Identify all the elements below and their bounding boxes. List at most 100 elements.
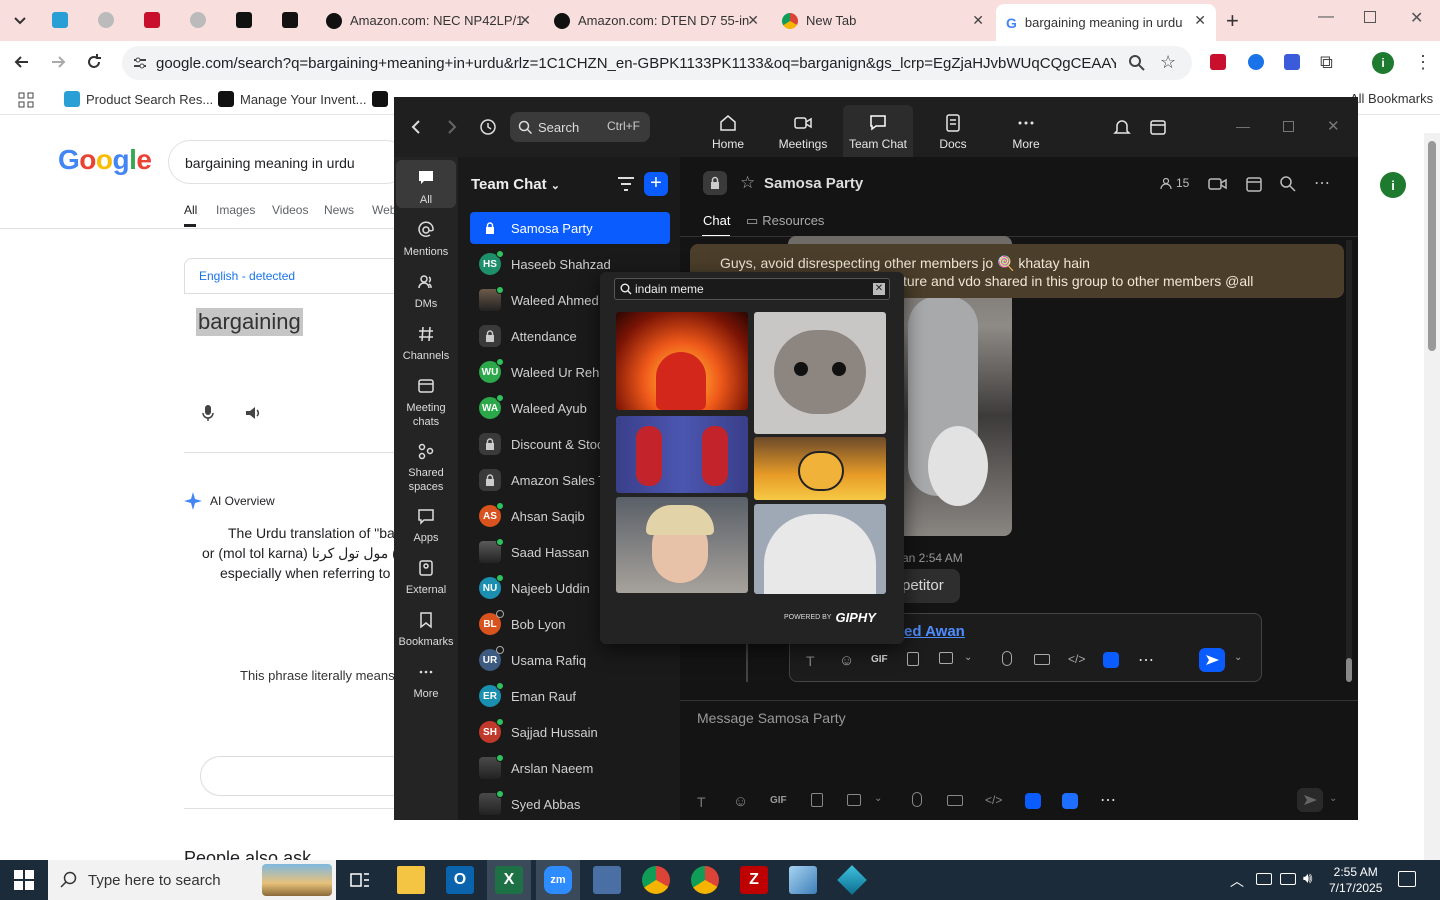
chat-list-item[interactable]: Arslan Naeem	[470, 752, 670, 784]
browser-tab-active[interactable]: G bargaining meaning in urdu ✕	[996, 4, 1216, 41]
rail-dms[interactable]: DMs	[396, 273, 456, 311]
maximize-icon[interactable]	[1283, 121, 1294, 132]
gif-result[interactable]	[616, 312, 748, 410]
more-options-icon[interactable]: ⋯	[1314, 173, 1330, 193]
star-icon[interactable]: ☆	[740, 173, 755, 193]
app-shortcut-icon[interactable]	[1103, 652, 1119, 668]
speaker-icon[interactable]	[244, 404, 262, 422]
rail-mentions[interactable]: Mentions	[396, 221, 456, 259]
search-icon[interactable]	[1279, 175, 1297, 193]
gif-result[interactable]	[754, 504, 886, 594]
microphone-icon[interactable]	[200, 404, 216, 422]
display-icon[interactable]	[1280, 873, 1296, 885]
chevron-down-icon[interactable]: ⌄	[964, 652, 972, 663]
excel-icon[interactable]: X	[495, 866, 523, 894]
close-window-icon[interactable]: ✕	[1410, 8, 1423, 28]
rail-channels[interactable]: Channels	[396, 325, 456, 363]
close-icon[interactable]: ✕	[747, 12, 759, 29]
zoom-search-input[interactable]: Search Ctrl+F	[510, 112, 650, 142]
rail-meeting-chats[interactable]: Meeting chats	[396, 377, 456, 429]
video-message-icon[interactable]	[947, 795, 963, 806]
history-icon[interactable]	[478, 117, 498, 137]
pinned-tab-icon[interactable]	[98, 12, 114, 28]
site-info-icon[interactable]	[132, 55, 148, 71]
gif-search-input[interactable]: indain meme ✕	[614, 278, 890, 300]
google-logo[interactable]: Google	[58, 144, 152, 176]
screenshot-icon[interactable]	[847, 794, 861, 806]
minimize-icon[interactable]: —	[1236, 118, 1250, 134]
tab-chat[interactable]: Chat	[703, 213, 730, 228]
send-button[interactable]	[1199, 648, 1225, 672]
tab-all[interactable]: All	[184, 203, 197, 217]
star-icon[interactable]: ☆	[1160, 52, 1176, 73]
gif-result[interactable]	[616, 416, 748, 493]
extension-icon[interactable]	[1210, 54, 1226, 70]
code-icon[interactable]: </>	[1068, 652, 1085, 666]
clear-icon[interactable]: ✕	[873, 283, 885, 295]
gif-button[interactable]: GIF	[871, 654, 888, 665]
gif-result[interactable]	[754, 437, 886, 500]
new-tab-button[interactable]: +	[1226, 8, 1239, 34]
rail-shared-spaces[interactable]: Shared spaces	[396, 442, 456, 494]
translate-source-text[interactable]: bargaining	[196, 308, 303, 336]
notifications-icon[interactable]	[1398, 871, 1416, 887]
extension-icon[interactable]	[1248, 54, 1264, 70]
close-icon[interactable]: ✕	[1327, 117, 1340, 135]
browser-tab[interactable]: Amazon.com: NEC NP42LP/1 ✕	[316, 0, 541, 41]
follow-up-input[interactable]	[200, 756, 394, 796]
extensions-puzzle-icon[interactable]: ⧉	[1320, 52, 1333, 73]
all-bookmarks[interactable]: All Bookmarks	[1350, 91, 1433, 106]
outlook-icon[interactable]: O	[446, 866, 474, 894]
zoom-icon[interactable]: zm	[544, 866, 572, 894]
chevron-down-icon[interactable]: ⌄	[874, 793, 882, 804]
taskbar-search[interactable]: Type here to search	[48, 860, 336, 900]
schedule-icon[interactable]	[1245, 175, 1263, 193]
rail-apps[interactable]: Apps	[396, 507, 456, 545]
reload-icon[interactable]	[84, 52, 104, 72]
calendar-icon[interactable]	[1148, 117, 1168, 137]
app-shortcut-icon[interactable]	[1025, 793, 1041, 809]
screenshot-icon[interactable]	[939, 652, 953, 664]
gif-result[interactable]	[754, 312, 886, 434]
file-icon[interactable]	[811, 793, 823, 807]
file-icon[interactable]	[907, 652, 919, 666]
chat-list-item[interactable]: ER Eman Rauf	[470, 680, 670, 712]
add-button[interactable]: +	[644, 172, 668, 196]
tab-search-icon[interactable]	[10, 10, 30, 30]
chat-list-item[interactable]: Syed Abbas	[470, 788, 670, 820]
reply-author[interactable]: ed Awan	[904, 623, 965, 640]
more-icon[interactable]: ⋯	[1100, 790, 1116, 810]
amazon-icon[interactable]	[282, 12, 298, 28]
volume-icon[interactable]: 🔊︎	[1303, 870, 1312, 887]
filter-icon[interactable]	[616, 175, 636, 193]
chat-list-item[interactable]: SH Sajjad Hussain	[470, 716, 670, 748]
chrome-icon[interactable]	[642, 866, 670, 894]
chat-list-item[interactable]: UR Usama Rafiq	[470, 644, 670, 676]
pinned-tab-icon[interactable]	[52, 12, 68, 28]
gif-button[interactable]: GIF	[770, 795, 787, 806]
back-icon[interactable]	[12, 52, 32, 72]
rail-external[interactable]: External	[396, 559, 456, 597]
bookmark-item[interactable]: Manage Your Invent...	[218, 91, 366, 107]
format-text-icon[interactable]: T	[806, 653, 815, 669]
address-bar[interactable]: google.com/search?q=bargaining+meaning+i…	[122, 46, 1192, 80]
tab-news[interactable]: News	[324, 203, 354, 217]
nav-docs[interactable]: Docs	[917, 113, 989, 151]
tab-web[interactable]: Web	[372, 203, 396, 217]
close-icon[interactable]: ✕	[1194, 12, 1206, 29]
microphone-icon[interactable]	[912, 792, 922, 807]
pinned-tab-icon[interactable]	[144, 12, 160, 28]
task-view-icon[interactable]	[346, 866, 374, 894]
emoji-icon[interactable]: ☺	[733, 793, 748, 810]
video-call-icon[interactable]	[1208, 175, 1228, 193]
source-language[interactable]: English - detected	[184, 258, 404, 294]
browser-tab[interactable]: Amazon.com: DTEN D7 55-in ✕	[544, 0, 769, 41]
tab-images[interactable]: Images	[216, 203, 255, 217]
restore-icon[interactable]	[1364, 11, 1376, 23]
chat-list-item[interactable]: Samosa Party	[470, 212, 670, 244]
chevron-down-icon[interactable]: ⌄	[1234, 652, 1242, 663]
file-explorer-icon[interactable]	[397, 866, 425, 894]
zoom-search-icon[interactable]	[1128, 54, 1146, 72]
browser-tab[interactable]: New Tab ✕	[772, 0, 994, 41]
amazon-icon[interactable]	[236, 12, 252, 28]
